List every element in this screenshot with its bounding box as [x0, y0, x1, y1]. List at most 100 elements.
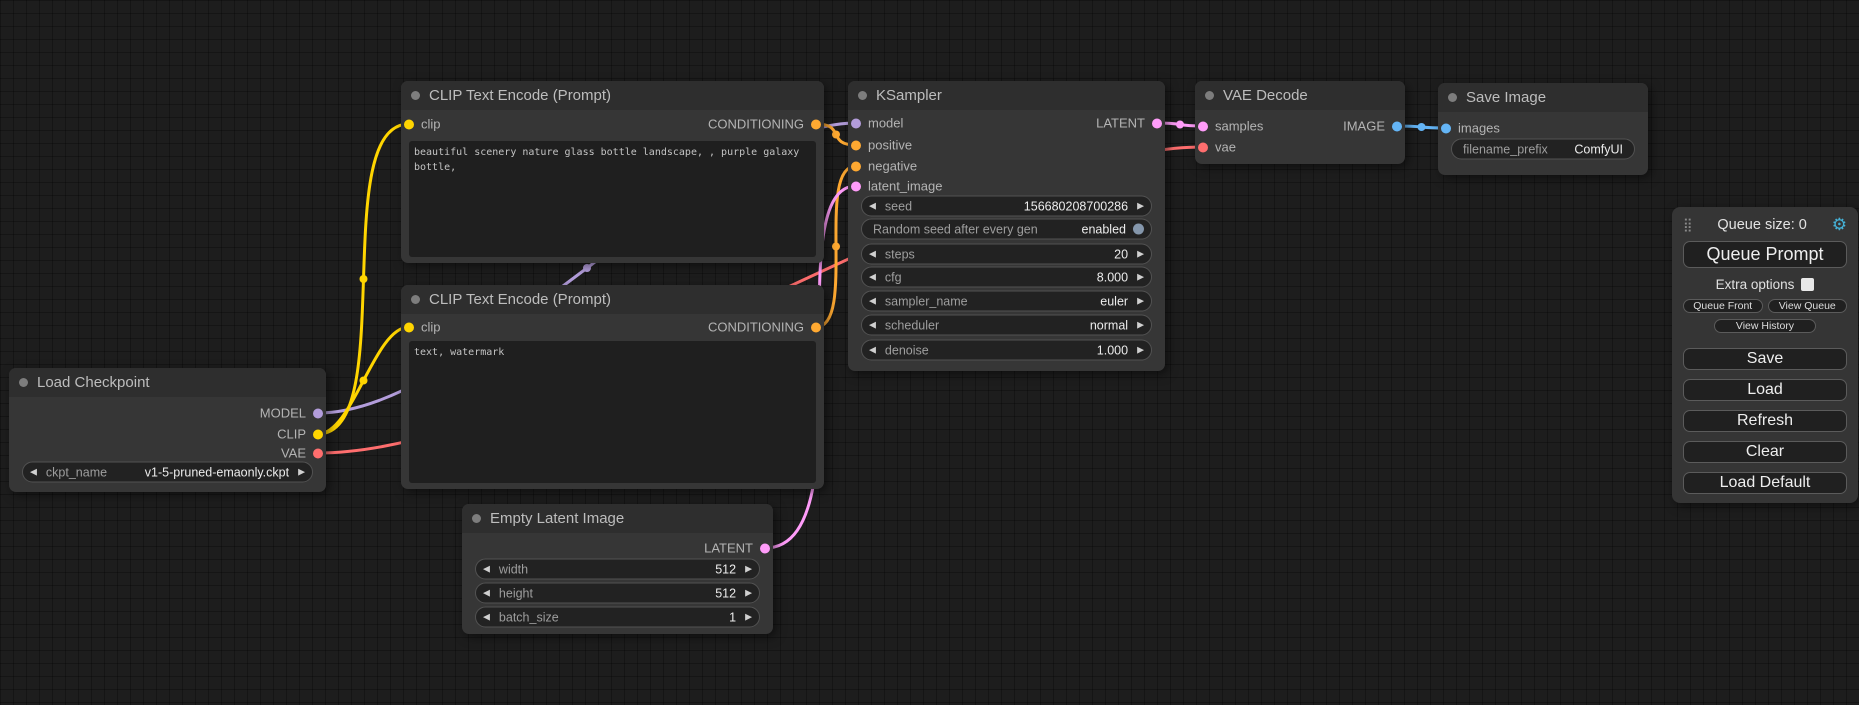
- node-title-bar[interactable]: CLIP Text Encode (Prompt): [401, 81, 824, 110]
- output-port-model[interactable]: MODEL: [260, 406, 323, 421]
- queue-prompt-button[interactable]: Queue Prompt: [1683, 241, 1847, 268]
- latent-port-dot[interactable]: [851, 181, 861, 191]
- height-widget[interactable]: ◀ height 512 ▶: [475, 583, 760, 604]
- output-port-clip[interactable]: CLIP: [277, 427, 323, 442]
- model-port-dot[interactable]: [313, 408, 323, 418]
- node-graph-canvas[interactable]: Load Checkpoint MODEL CLIP VAE ◀ ckpt_na…: [0, 0, 1859, 705]
- output-port-vae[interactable]: VAE: [281, 446, 323, 461]
- clip-port-dot[interactable]: [404, 322, 414, 332]
- output-port-conditioning[interactable]: CONDITIONING: [708, 117, 821, 132]
- node-ksampler[interactable]: KSampler model positive negative latent_…: [848, 81, 1165, 371]
- increment-arrow-icon[interactable]: ▶: [1137, 273, 1144, 282]
- extra-options-checkbox[interactable]: [1801, 278, 1814, 291]
- decrement-arrow-icon[interactable]: ◀: [30, 468, 37, 477]
- decrement-arrow-icon[interactable]: ◀: [869, 346, 876, 355]
- queue-panel: ⣿ Queue size: 0 ⚙ Queue Prompt Extra opt…: [1672, 207, 1858, 503]
- node-load-checkpoint[interactable]: Load Checkpoint MODEL CLIP VAE ◀ ckpt_na…: [9, 368, 326, 492]
- increment-arrow-icon[interactable]: ▶: [1137, 250, 1144, 259]
- batch-size-widget[interactable]: ◀ batch_size 1 ▶: [475, 607, 760, 628]
- sampler-name-widget[interactable]: ◀ sampler_name euler ▶: [861, 291, 1152, 312]
- save-button[interactable]: Save: [1683, 348, 1847, 370]
- node-clip-text-encode-negative[interactable]: CLIP Text Encode (Prompt) clip CONDITION…: [401, 285, 824, 489]
- load-button[interactable]: Load: [1683, 379, 1847, 401]
- vae-port-dot[interactable]: [313, 448, 323, 458]
- refresh-button[interactable]: Refresh: [1683, 410, 1847, 432]
- input-port-negative[interactable]: negative: [851, 159, 917, 174]
- node-vae-decode[interactable]: VAE Decode samples vae IMAGE: [1195, 81, 1405, 164]
- decrement-arrow-icon[interactable]: ◀: [483, 613, 490, 622]
- random-seed-toggle-widget[interactable]: Random seed after every gen enabled: [861, 219, 1152, 240]
- increment-arrow-icon[interactable]: ▶: [745, 565, 752, 574]
- node-save-image[interactable]: Save Image images filename_prefix ComfyU…: [1438, 83, 1648, 175]
- ckpt-name-widget[interactable]: ◀ ckpt_name v1-5-pruned-emaonly.ckpt ▶: [22, 462, 313, 483]
- input-port-latent-image[interactable]: latent_image: [851, 179, 942, 194]
- view-history-button[interactable]: View History: [1714, 319, 1816, 333]
- output-port-conditioning[interactable]: CONDITIONING: [708, 320, 821, 335]
- node-title-bar[interactable]: Empty Latent Image: [462, 504, 773, 533]
- increment-arrow-icon[interactable]: ▶: [1137, 202, 1144, 211]
- image-port-dot[interactable]: [1441, 123, 1451, 133]
- node-title-bar[interactable]: Load Checkpoint: [9, 368, 326, 397]
- drag-handle-icon[interactable]: ⣿: [1683, 217, 1693, 233]
- increment-arrow-icon[interactable]: ▶: [745, 613, 752, 622]
- scheduler-widget[interactable]: ◀ scheduler normal ▶: [861, 315, 1152, 336]
- decrement-arrow-icon[interactable]: ◀: [869, 250, 876, 259]
- image-port-dot[interactable]: [1392, 121, 1402, 131]
- input-port-samples[interactable]: samples: [1198, 119, 1263, 134]
- denoise-widget[interactable]: ◀ denoise 1.000 ▶: [861, 340, 1152, 361]
- conditioning-port-dot[interactable]: [811, 322, 821, 332]
- conditioning-port-dot[interactable]: [811, 119, 821, 129]
- input-port-vae[interactable]: vae: [1198, 140, 1236, 155]
- node-clip-text-encode-positive[interactable]: CLIP Text Encode (Prompt) clip CONDITION…: [401, 81, 824, 263]
- conditioning-port-dot[interactable]: [851, 140, 861, 150]
- vae-port-dot[interactable]: [1198, 142, 1208, 152]
- decrement-arrow-icon[interactable]: ◀: [869, 321, 876, 330]
- latent-port-dot[interactable]: [1152, 118, 1162, 128]
- positive-prompt-textarea[interactable]: beautiful scenery nature glass bottle la…: [409, 141, 816, 257]
- node-title-bar[interactable]: KSampler: [848, 81, 1165, 110]
- node-title-bar[interactable]: Save Image: [1438, 83, 1648, 112]
- node-title-bar[interactable]: VAE Decode: [1195, 81, 1405, 110]
- increment-arrow-icon[interactable]: ▶: [1137, 297, 1144, 306]
- latent-port-dot[interactable]: [760, 543, 770, 553]
- widget-value: euler: [1100, 294, 1128, 308]
- decrement-arrow-icon[interactable]: ◀: [483, 565, 490, 574]
- toggle-knob[interactable]: [1133, 224, 1144, 235]
- conditioning-port-dot[interactable]: [851, 161, 861, 171]
- decrement-arrow-icon[interactable]: ◀: [869, 202, 876, 211]
- input-port-model[interactable]: model: [851, 116, 903, 131]
- output-port-latent[interactable]: LATENT: [1096, 116, 1162, 131]
- output-port-latent[interactable]: LATENT: [704, 541, 770, 556]
- node-title-bar[interactable]: CLIP Text Encode (Prompt): [401, 285, 824, 314]
- view-queue-button[interactable]: View Queue: [1768, 299, 1848, 313]
- increment-arrow-icon[interactable]: ▶: [1137, 346, 1144, 355]
- width-widget[interactable]: ◀ width 512 ▶: [475, 559, 760, 580]
- cfg-widget[interactable]: ◀ cfg 8.000 ▶: [861, 267, 1152, 288]
- input-port-clip[interactable]: clip: [404, 117, 441, 132]
- settings-gear-icon[interactable]: ⚙: [1832, 215, 1847, 235]
- clear-button[interactable]: Clear: [1683, 441, 1847, 463]
- decrement-arrow-icon[interactable]: ◀: [869, 273, 876, 282]
- negative-prompt-textarea[interactable]: text, watermark: [409, 341, 816, 483]
- increment-arrow-icon[interactable]: ▶: [1137, 321, 1144, 330]
- output-port-image[interactable]: IMAGE: [1343, 119, 1402, 134]
- clip-port-dot[interactable]: [313, 429, 323, 439]
- widget-label: batch_size: [499, 610, 559, 624]
- latent-port-dot[interactable]: [1198, 121, 1208, 131]
- load-default-button[interactable]: Load Default: [1683, 472, 1847, 494]
- increment-arrow-icon[interactable]: ▶: [298, 468, 305, 477]
- steps-widget[interactable]: ◀ steps 20 ▶: [861, 244, 1152, 265]
- decrement-arrow-icon[interactable]: ◀: [869, 297, 876, 306]
- model-port-dot[interactable]: [851, 118, 861, 128]
- input-port-images[interactable]: images: [1441, 121, 1500, 136]
- node-empty-latent-image[interactable]: Empty Latent Image LATENT ◀ width 512 ▶ …: [462, 504, 773, 634]
- increment-arrow-icon[interactable]: ▶: [745, 589, 752, 598]
- decrement-arrow-icon[interactable]: ◀: [483, 589, 490, 598]
- widget-value: 156680208700286: [1024, 199, 1128, 213]
- queue-front-button[interactable]: Queue Front: [1683, 299, 1763, 313]
- input-port-clip[interactable]: clip: [404, 320, 441, 335]
- seed-widget[interactable]: ◀ seed 156680208700286 ▶: [861, 196, 1152, 217]
- input-port-positive[interactable]: positive: [851, 138, 912, 153]
- clip-port-dot[interactable]: [404, 119, 414, 129]
- filename-prefix-widget[interactable]: filename_prefix ComfyUI: [1451, 139, 1635, 160]
